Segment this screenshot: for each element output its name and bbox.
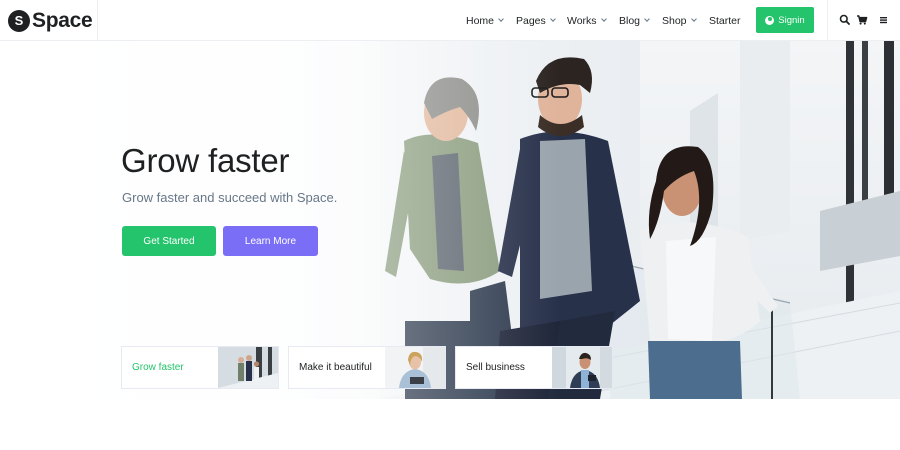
chevron-down-icon <box>600 16 607 22</box>
feature-card-sell-business[interactable]: Sell business <box>455 346 613 389</box>
card-label: Make it beautiful <box>299 362 372 373</box>
hero-title: Grow faster <box>121 142 290 179</box>
nav-item-label: Home <box>466 14 495 27</box>
card-thumbnail-image <box>552 347 612 388</box>
get-started-button[interactable]: Get Started <box>122 226 216 256</box>
card-thumbnail-image <box>385 347 445 388</box>
nav-item-home[interactable]: Home <box>466 0 504 41</box>
signin-button[interactable]: Signin <box>756 7 814 33</box>
cart-icon[interactable] <box>855 13 869 27</box>
nav-item-starter[interactable]: Starter <box>709 0 741 41</box>
nav-item-blog[interactable]: Blog <box>619 0 650 41</box>
learn-more-button[interactable]: Learn More <box>223 226 318 256</box>
logo-badge: S <box>8 9 30 32</box>
brand-logo[interactable]: S Space <box>0 0 98 41</box>
nav-item-label: Works <box>567 14 597 27</box>
chevron-down-icon <box>644 16 650 22</box>
menu-icon[interactable] <box>877 13 891 27</box>
chevron-down-icon <box>498 16 504 22</box>
feature-card-grow-faster[interactable]: Grow faster <box>121 346 279 389</box>
nav-item-label: Shop <box>662 14 687 27</box>
hero-section: Grow faster Grow faster and succeed with… <box>0 41 900 399</box>
logo-text: Space <box>32 8 93 32</box>
feature-card-make-it-beautiful[interactable]: Make it beautiful <box>288 346 446 389</box>
nav-item-shop[interactable]: Shop <box>662 0 697 41</box>
nav-item-label: Pages <box>516 14 546 27</box>
card-label: Grow faster <box>132 362 184 373</box>
user-icon <box>765 15 775 25</box>
nav-item-pages[interactable]: Pages <box>516 0 556 41</box>
site-header: S Space Home Pages Works Blog Shop Start… <box>0 0 900 41</box>
card-thumbnail-image <box>218 347 278 388</box>
hero-subtitle: Grow faster and succeed with Space. <box>122 190 338 205</box>
nav-item-label: Starter <box>709 14 741 27</box>
search-icon[interactable] <box>838 13 852 27</box>
card-label: Sell business <box>466 362 525 373</box>
chevron-down-icon <box>549 16 556 22</box>
nav-item-label: Blog <box>619 14 641 27</box>
chevron-down-icon <box>690 16 697 22</box>
header-divider <box>827 0 828 41</box>
nav-item-works[interactable]: Works <box>567 0 607 41</box>
signin-label: Signin <box>778 14 805 26</box>
